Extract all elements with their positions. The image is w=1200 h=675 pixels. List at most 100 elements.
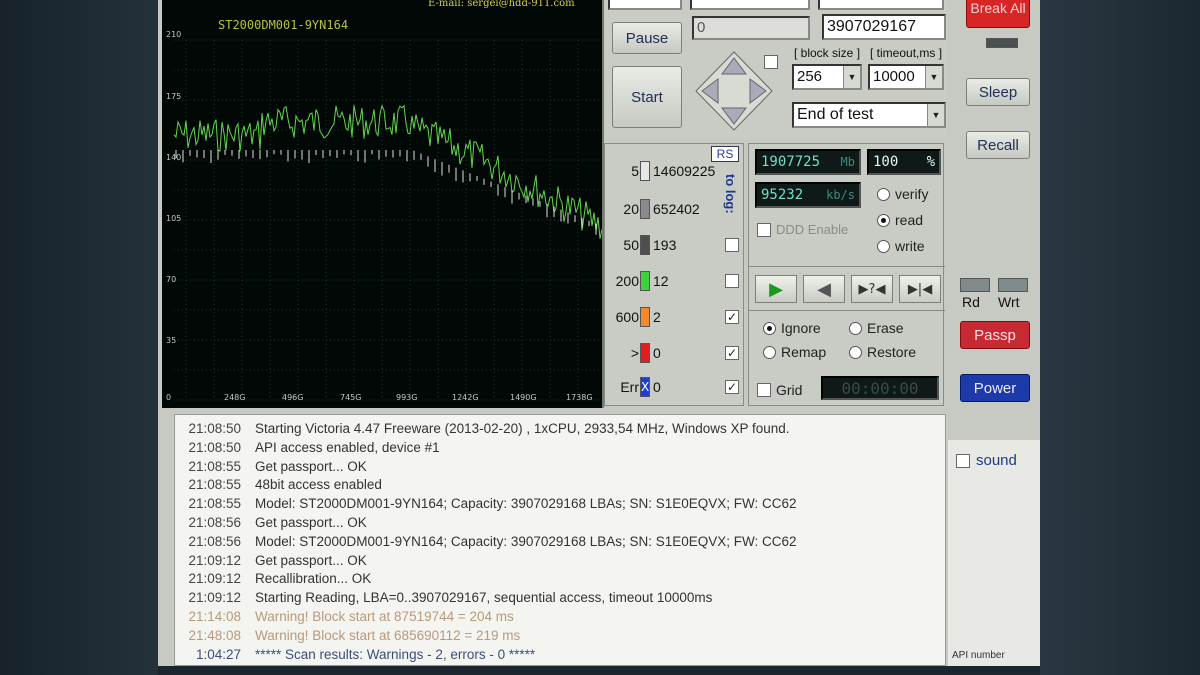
log-time: 21:08:55 (188, 496, 241, 512)
recall-button[interactable]: Recall (966, 131, 1030, 159)
x-tick: 496G (282, 393, 304, 402)
radio-dot (763, 345, 776, 359)
action-erase-radio[interactable]: Erase (849, 320, 904, 336)
log-time: 21:14:08 (188, 609, 241, 624)
to-log-checkbox[interactable]: ✓ (725, 310, 739, 324)
x-tick: 993G (396, 393, 418, 402)
log-entry: 21:48:08 Warning! Block start at 68569011… (175, 628, 520, 646)
grid-checkbox[interactable]: Grid (757, 382, 802, 398)
power-button[interactable]: Power (960, 374, 1030, 402)
start-lba-field[interactable]: 0 (692, 16, 810, 40)
log-entry: 21:09:12 Recallibration... OK (175, 571, 371, 589)
stat-count: 0 (653, 345, 661, 361)
direction-checkbox[interactable] (764, 55, 778, 69)
log-time: 21:08:50 (188, 421, 241, 436)
reverse-icon: ◀ (817, 278, 831, 300)
event-log[interactable]: 21:08:50 Starting Victoria 4.47 Freeware … (174, 414, 946, 666)
action-restore-radio[interactable]: Restore (849, 344, 916, 360)
sound-panel: sound API number (948, 440, 1040, 666)
checkbox-box (956, 453, 970, 468)
stat-row: Err X 0 (605, 376, 725, 398)
stat-count: 652402 (653, 201, 700, 217)
side-panel: Break All Sleep Recall Rd Wrt Passp Powe… (948, 0, 1040, 408)
block-size-select[interactable]: 256 ▼ (792, 64, 862, 90)
y-tick: 210 (166, 30, 182, 39)
y-tick: 105 (166, 214, 182, 223)
chevron-down-icon: ▼ (925, 66, 942, 88)
rd-label: Rd (962, 294, 980, 310)
scan-controls: 0 3907029167 Pause Start [ block size ] … (606, 0, 946, 140)
log-time: 21:48:08 (188, 627, 241, 643)
speed-graph-canvas (173, 39, 602, 401)
x-tick: 1490G (510, 393, 537, 402)
end-action-select[interactable]: End of test ▼ (792, 102, 946, 128)
wrt-label: Wrt (998, 294, 1020, 310)
to-log-checkbox[interactable] (725, 274, 739, 288)
random-seek-button[interactable]: ▶?◀ (851, 275, 893, 303)
mode-verify-radio[interactable]: verify (877, 186, 928, 202)
break-all-button[interactable]: Break All (966, 0, 1030, 28)
timeout-select[interactable]: 10000 ▼ (868, 64, 944, 90)
end-lba-field[interactable]: 3907029167 (822, 14, 946, 40)
rd-indicator (960, 278, 990, 292)
radio-dot (877, 239, 890, 253)
log-entry: 21:08:55 48bit access enabled (175, 477, 382, 495)
log-time: 21:09:12 (188, 571, 241, 587)
stat-color-box: X (640, 377, 650, 397)
to-log-checkbox[interactable] (725, 238, 739, 252)
radio-dot (877, 213, 890, 227)
stat-color-box (640, 307, 650, 327)
passp-button[interactable]: Passp (960, 321, 1030, 349)
log-time: 21:08:56 (188, 533, 241, 549)
butterfly-button[interactable]: ▶|◀ (899, 275, 941, 303)
pause-button[interactable]: Pause (612, 22, 682, 54)
y-tick: 175 (166, 92, 182, 101)
top-field-mid[interactable] (690, 0, 810, 10)
log-message: Model: ST2000DM001-9YN164; Capacity: 390… (255, 496, 797, 512)
direction-pad[interactable] (694, 50, 774, 132)
status-led (986, 38, 1018, 48)
ddd-enable-checkbox[interactable]: DDD Enable (757, 222, 848, 237)
log-entry: 21:08:56 Model: ST2000DM001-9YN164; Capac… (175, 533, 796, 552)
to-log-checkbox[interactable]: ✓ (725, 380, 739, 394)
log-time: 21:08:55 (188, 458, 241, 474)
mode-read-radio[interactable]: read (877, 212, 923, 228)
top-field-right[interactable] (818, 0, 944, 10)
x-tick: 1738G (566, 393, 593, 402)
log-message: 48bit access enabled (255, 477, 382, 493)
status-panel: 1907725 Mb 100% 95232 kb/s verify read wri… (748, 143, 945, 406)
log-entry: 1:04:27 ***** Scan results: Warnings - 2,… (175, 647, 535, 665)
log-entry: 21:09:12 Get passport... OK (175, 553, 366, 571)
play-back-button[interactable]: ◀ (803, 275, 845, 303)
sound-checkbox[interactable]: sound (956, 452, 1017, 469)
log-entry: 21:08:55 Get passport... OK (175, 458, 366, 477)
to-log-checkbox[interactable]: ✓ (725, 346, 739, 360)
sleep-button[interactable]: Sleep (966, 78, 1030, 106)
top-field-left[interactable] (608, 0, 682, 10)
monitor-bezel-right (1040, 0, 1200, 675)
action-remap-radio[interactable]: Remap (763, 344, 826, 360)
mode-write-radio[interactable]: write (877, 238, 925, 254)
random-icon: ▶?◀ (858, 281, 886, 297)
block-stats-panel: RS to log: 5 14609225 20 652402 50 193 200 12 60… (604, 143, 744, 406)
stat-row: 20 652402 (605, 198, 725, 220)
stat-color-box (640, 199, 650, 219)
stat-row: 600 2 (605, 306, 725, 328)
start-button[interactable]: Start (612, 66, 682, 128)
monitor-bezel-bottom (158, 666, 1040, 675)
checkbox-box (757, 383, 771, 397)
play-forward-button[interactable]: ▶ (755, 275, 797, 303)
action-ignore-radio[interactable]: Ignore (763, 320, 821, 336)
log-entry: 21:09:12 Starting Reading, LBA=0..3907029… (175, 590, 712, 608)
log-time: 21:08:55 (188, 477, 241, 493)
stat-threshold: 600 (615, 309, 639, 325)
log-message: Recallibration... OK (255, 571, 372, 587)
stat-count: 14609225 (653, 163, 716, 179)
log-entry: 21:08:56 Get passport... OK (175, 515, 366, 533)
radio-dot (763, 321, 776, 335)
butterfly-icon: ▶|◀ (907, 281, 933, 297)
mb-display: 1907725 Mb (755, 149, 861, 175)
radio-dot (877, 187, 890, 201)
speed-graph: E-mail: sergei@hdd-911.com ST2000DM001-9… (162, 0, 604, 408)
stat-threshold: 50 (623, 237, 639, 253)
